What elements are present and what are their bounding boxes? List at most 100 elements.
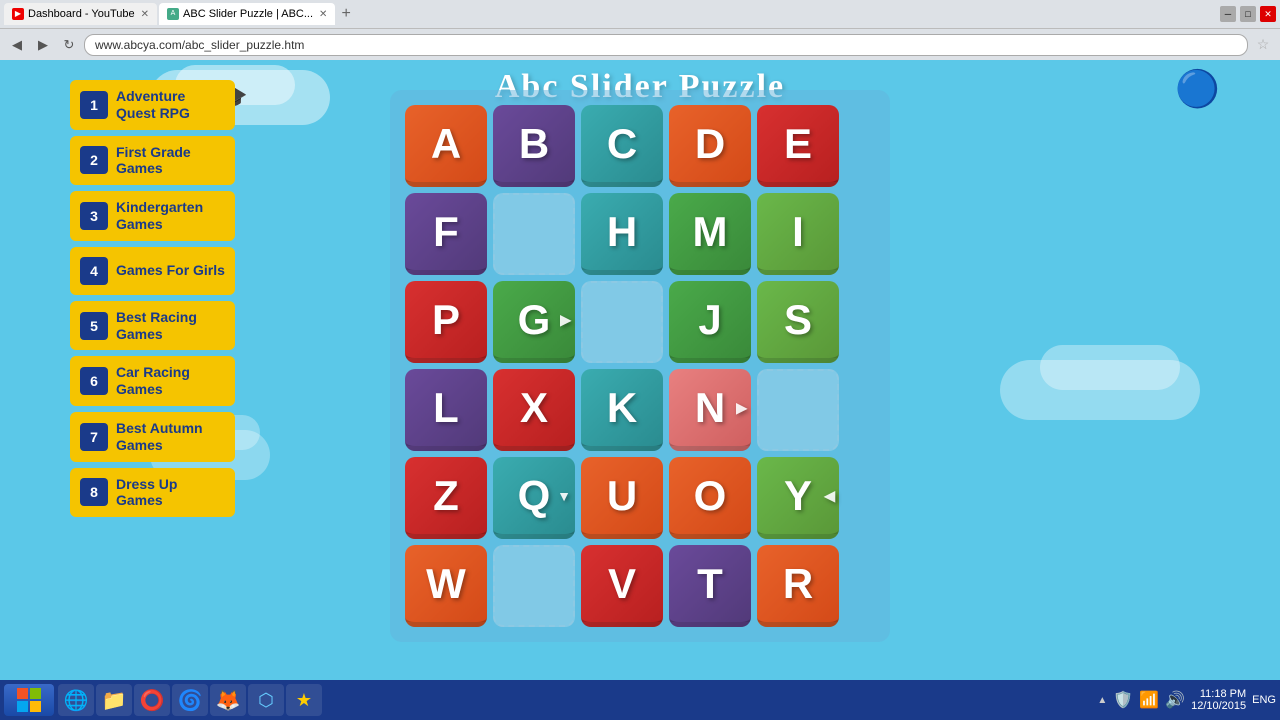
- sidebar-label-2: First Grade Games: [116, 144, 225, 178]
- tile-letter-r4-c1: Q: [518, 472, 551, 520]
- tile-r2-c4[interactable]: S: [757, 281, 839, 363]
- sidebar-item-3[interactable]: 3 Kindergarten Games: [70, 191, 235, 241]
- tile-letter-r0-c4: E: [784, 120, 812, 168]
- minimize-button[interactable]: ─: [1220, 6, 1236, 22]
- sidebar-item-7[interactable]: 7 Best Autumn Games: [70, 412, 235, 462]
- tab-abcya-label: ABC Slider Puzzle | ABC...: [183, 8, 313, 20]
- close-button[interactable]: ✕: [1260, 6, 1276, 22]
- tile-r3-c1[interactable]: X: [493, 369, 575, 451]
- tile-r5-c2[interactable]: V: [581, 545, 663, 627]
- abcya-favicon: A: [167, 8, 179, 20]
- tab-abcya[interactable]: A ABC Slider Puzzle | ABC... ✕: [159, 3, 335, 25]
- taskbar-app3[interactable]: ⭕: [134, 684, 170, 716]
- tile-letter-r3-c1: X: [520, 384, 548, 432]
- tile-r0-c1[interactable]: B: [493, 105, 575, 187]
- taskbar-explorer[interactable]: 📁: [96, 684, 132, 716]
- tile-r5-c0[interactable]: W: [405, 545, 487, 627]
- sidebar-item-2[interactable]: 2 First Grade Games: [70, 136, 235, 186]
- sidebar-item-6[interactable]: 6 Car Racing Games: [70, 356, 235, 406]
- address-bar[interactable]: www.abcya.com/abc_slider_puzzle.htm: [84, 34, 1248, 56]
- tile-r1-c3[interactable]: M: [669, 193, 751, 275]
- tile-r0-c2[interactable]: C: [581, 105, 663, 187]
- taskbar-language: ENG: [1252, 694, 1276, 706]
- sidebar-label-7: Best Autumn Games: [116, 420, 225, 454]
- title-bar: ▶ Dashboard - YouTube ✕ A ABC Slider Puz…: [0, 0, 1280, 28]
- start-button[interactable]: [4, 684, 54, 716]
- tile-r4-c3[interactable]: O: [669, 457, 751, 539]
- cloud-3b: [1040, 345, 1180, 390]
- taskbar-time: 11:18 PM: [1191, 688, 1246, 700]
- tab-youtube-close[interactable]: ✕: [141, 9, 149, 20]
- taskbar-right: ▲ 🛡️ 📶 🔊 11:18 PM 12/10/2015 ENG: [1097, 688, 1276, 712]
- sidebar-item-8[interactable]: 8 Dress Up Games: [70, 468, 235, 518]
- maximize-button[interactable]: □: [1240, 6, 1256, 22]
- sidebar-num-7: 7: [80, 423, 108, 451]
- tile-r1-c1[interactable]: [493, 193, 575, 275]
- taskbar-app6[interactable]: ⬡: [248, 684, 284, 716]
- tile-arrow-r2-c1: ▶: [560, 311, 571, 328]
- taskbar-chrome[interactable]: 🌀: [172, 684, 208, 716]
- tile-letter-r1-c3: M: [693, 208, 728, 256]
- tile-letter-r2-c0: P: [432, 296, 460, 344]
- tile-letter-r4-c4: Y: [784, 472, 812, 520]
- tile-letter-r2-c4: S: [784, 296, 812, 344]
- sidebar-num-8: 8: [80, 478, 108, 506]
- taskbar-ie[interactable]: 🌐: [58, 684, 94, 716]
- sidebar-num-6: 6: [80, 367, 108, 395]
- tile-letter-r1-c2: H: [607, 208, 637, 256]
- tile-r2-c0[interactable]: P: [405, 281, 487, 363]
- tile-letter-r3-c3: N: [695, 384, 725, 432]
- tile-r4-c1[interactable]: Q▼: [493, 457, 575, 539]
- tile-arrow-r3-c3: ▶: [736, 399, 747, 416]
- tile-r2-c2[interactable]: [581, 281, 663, 363]
- tile-letter-r5-c3: T: [697, 560, 723, 608]
- tile-r5-c3[interactable]: T: [669, 545, 751, 627]
- tab-abcya-close[interactable]: ✕: [319, 9, 327, 20]
- sidebar-num-4: 4: [80, 257, 108, 285]
- tile-r2-c1[interactable]: G▶: [493, 281, 575, 363]
- window-controls: ─ □ ✕: [1220, 6, 1276, 22]
- tab-youtube[interactable]: ▶ Dashboard - YouTube ✕: [4, 3, 157, 25]
- tile-letter-r2-c3: J: [698, 296, 721, 344]
- sidebar-label-4: Games For Girls: [116, 262, 225, 279]
- tile-letter-r3-c0: L: [433, 384, 459, 432]
- sidebar-label-6: Car Racing Games: [116, 364, 225, 398]
- taskbar-firefox[interactable]: 🦊: [210, 684, 246, 716]
- tile-r2-c3[interactable]: J: [669, 281, 751, 363]
- tile-letter-r1-c0: F: [433, 208, 459, 256]
- tile-r4-c2[interactable]: U: [581, 457, 663, 539]
- sidebar-item-4[interactable]: 4 Games For Girls: [70, 247, 235, 295]
- sidebar-label-3: Kindergarten Games: [116, 199, 225, 233]
- tile-r5-c4[interactable]: R: [757, 545, 839, 627]
- sidebar: 1 Adventure Quest RPG 2 First Grade Game…: [70, 80, 235, 523]
- tile-r1-c2[interactable]: H: [581, 193, 663, 275]
- show-hidden-icon[interactable]: ▲: [1097, 695, 1107, 706]
- tile-r3-c3[interactable]: N▶: [669, 369, 751, 451]
- tile-letter-r3-c2: K: [607, 384, 637, 432]
- tile-r0-c3[interactable]: D: [669, 105, 751, 187]
- new-tab-button[interactable]: +: [341, 5, 350, 23]
- tile-r4-c0[interactable]: Z: [405, 457, 487, 539]
- taskbar-date: 12/10/2015: [1191, 700, 1246, 712]
- tile-r0-c4[interactable]: E: [757, 105, 839, 187]
- tile-r4-c4[interactable]: Y◀: [757, 457, 839, 539]
- forward-button[interactable]: ▶: [32, 34, 54, 56]
- tile-r3-c2[interactable]: K: [581, 369, 663, 451]
- youtube-favicon: ▶: [12, 8, 24, 20]
- tile-r0-c0[interactable]: A: [405, 105, 487, 187]
- tile-r5-c1[interactable]: [493, 545, 575, 627]
- tab-youtube-label: Dashboard - YouTube: [28, 8, 135, 20]
- tile-letter-r4-c0: Z: [433, 472, 459, 520]
- page-content: Abc Slider Puzzle 🔵 ✏️ 🎓 1 Adventure Que…: [0, 60, 1280, 680]
- tile-r3-c0[interactable]: L: [405, 369, 487, 451]
- refresh-button[interactable]: ↻: [58, 34, 80, 56]
- tile-r1-c0[interactable]: F: [405, 193, 487, 275]
- sidebar-item-5[interactable]: 5 Best Racing Games: [70, 301, 235, 351]
- back-button[interactable]: ◀: [6, 34, 28, 56]
- tile-r3-c4[interactable]: [757, 369, 839, 451]
- bookmark-star[interactable]: ☆: [1252, 34, 1274, 56]
- windows-logo: [15, 686, 43, 714]
- tile-r1-c4[interactable]: I: [757, 193, 839, 275]
- sidebar-item-1[interactable]: 1 Adventure Quest RPG: [70, 80, 235, 130]
- taskbar-app7[interactable]: ★: [286, 684, 322, 716]
